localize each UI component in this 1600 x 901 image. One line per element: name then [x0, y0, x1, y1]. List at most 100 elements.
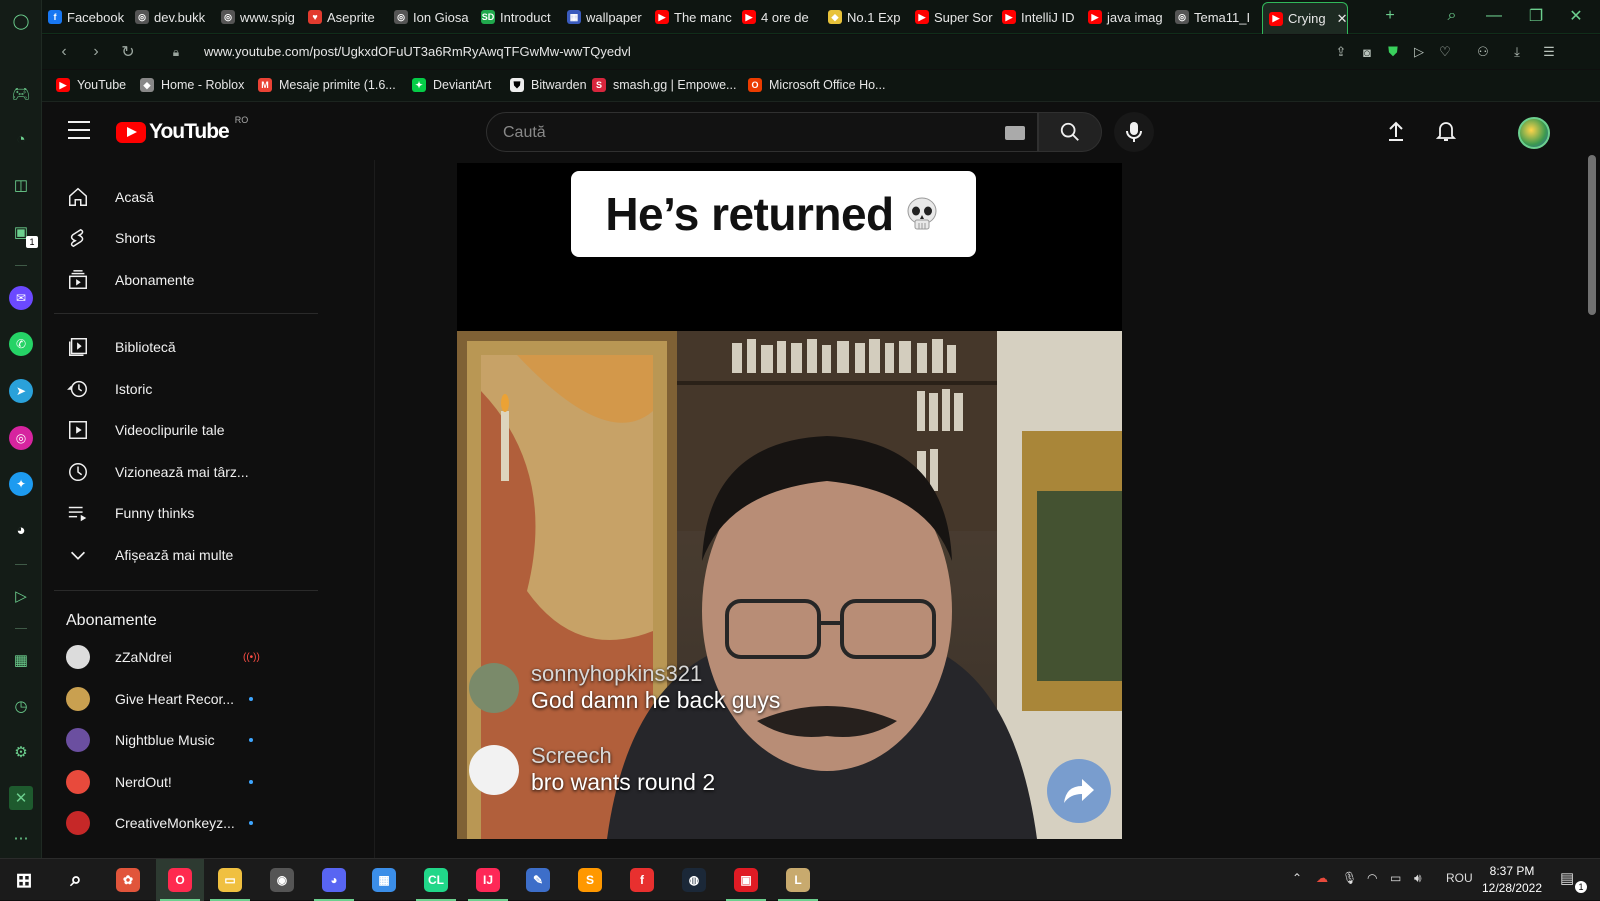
youtube-logo[interactable]: YouTube RO [116, 115, 248, 144]
close-tab-icon[interactable]: ✕ [1337, 11, 1347, 27]
bookmark-heart-icon[interactable]: ♡ [1436, 43, 1454, 61]
search-input[interactable] [503, 122, 983, 144]
bookmark-item[interactable]: M Mesaje primite (1.6... [258, 78, 396, 92]
tab-10[interactable]: ◆ No.1 Exp [828, 5, 908, 29]
subscription-item[interactable]: Give Heart Recor... [54, 679, 270, 719]
notification-center-icon[interactable]: ▤ [1560, 869, 1574, 887]
taskbar-windows-start[interactable]: ⊞ [0, 859, 48, 901]
forward-button[interactable]: › [86, 42, 106, 62]
tab-search-icon[interactable]: ⌕ [1442, 6, 1462, 26]
sidebar-item[interactable]: Afișează mai multe [54, 535, 270, 575]
post-image[interactable]: He’s returned sonnyhopkins321 God damn h… [457, 163, 1122, 839]
tab-13[interactable]: ▶ java imag [1088, 5, 1168, 29]
taskbar-app-creative[interactable]: ✿ [104, 859, 152, 901]
taskbar-opera-gx[interactable]: O [156, 859, 204, 901]
downloads-icon[interactable]: ⤓ [1508, 43, 1526, 61]
search-button[interactable] [1038, 112, 1102, 152]
sidebar-item[interactable]: Videoclipurile tale [54, 410, 270, 450]
player-icon[interactable]: ▷ [9, 584, 33, 608]
messenger-icon[interactable]: ✉ [9, 286, 33, 310]
gx-store-icon[interactable]: ◫ [9, 173, 33, 197]
opera-gx-logo-icon[interactable]: ◯ [9, 9, 33, 33]
language-indicator[interactable]: ROU [1446, 871, 1473, 885]
lock-icon[interactable]: 🔒︎ [166, 42, 186, 62]
instagram-icon[interactable]: ◎ [9, 426, 33, 450]
extension-icon[interactable]: ✕ [9, 786, 33, 810]
sidebar-item[interactable]: Shorts [54, 218, 270, 258]
network-error-icon[interactable]: ☁ [1316, 871, 1328, 885]
volume-icon[interactable]: 🔊︎ [1414, 871, 1422, 886]
tab-9[interactable]: ▶ 4 ore de [742, 5, 822, 29]
keyboard-icon[interactable] [1005, 126, 1025, 140]
taskbar-discord[interactable]: ◕ [310, 859, 358, 901]
battery-icon[interactable]: ▭ [1390, 871, 1401, 885]
taskbar-steam[interactable]: ◍ [670, 859, 718, 901]
sidebar-item[interactable]: Funny thinks [54, 493, 270, 533]
tab-1[interactable]: f Facebook [48, 5, 128, 29]
sidebar-item[interactable]: Acasă [54, 177, 270, 217]
taskbar-file-explorer[interactable]: ▭ [206, 859, 254, 901]
url-field[interactable]: www.youtube.com/post/UgkxdOFuUT3a6RmRyAw… [204, 44, 631, 59]
subscription-item[interactable]: NerdOut! [54, 762, 270, 802]
discord-icon[interactable]: ◕ [9, 518, 33, 542]
sidebar-item[interactable]: Istoric [54, 369, 270, 409]
subscription-item[interactable]: zZaNdrei ((•)) [54, 637, 270, 677]
workspaces-icon[interactable]: ▦ [9, 648, 33, 672]
bookmark-item[interactable]: Ssmash.gg | Empowe... [592, 78, 736, 92]
taskbar-paint[interactable]: ✎ [514, 859, 562, 901]
tab-15[interactable]: ▶ Crying ✕ [1262, 2, 1348, 34]
settings-gear-icon[interactable]: ⚙ [9, 740, 33, 764]
microphone-tray-icon[interactable]: 🎙︎ [1342, 871, 1357, 885]
sidebar-item[interactable]: Bibliotecă [54, 327, 270, 367]
profile-icon[interactable]: ⚇ [1474, 43, 1492, 61]
subscription-item[interactable]: Nightblue Music [54, 720, 270, 760]
taskbar-flash[interactable]: f [618, 859, 666, 901]
show-hidden-icons-icon[interactable]: ⌃ [1292, 871, 1302, 885]
send-icon[interactable]: ▷ [1410, 43, 1428, 61]
sidebar-item[interactable]: Vizionează mai târz... [54, 452, 270, 492]
minimize-window-icon[interactable]: — [1484, 6, 1504, 26]
taskbar-app-red[interactable]: ▣ [722, 859, 770, 901]
tab-6[interactable]: SD Introduct [481, 5, 561, 29]
upload-icon[interactable] [1384, 119, 1408, 143]
gx-control-icon[interactable]: ◔ [9, 127, 33, 151]
easy-setup-icon[interactable]: ☰ [1540, 43, 1558, 61]
more-options-icon[interactable]: ⋯ [9, 826, 33, 850]
tab-14[interactable]: ◎ Tema11_I [1175, 5, 1255, 29]
twitter-icon[interactable]: ✦ [9, 472, 33, 496]
taskbar-obs[interactable]: ◉ [258, 859, 306, 901]
tab-2[interactable]: ◎ dev.bukk [135, 5, 215, 29]
bookmark-item[interactable]: ✦ DeviantArt [412, 78, 491, 92]
reload-button[interactable]: ↻ [118, 42, 138, 62]
account-avatar[interactable] [1518, 117, 1550, 149]
bookmark-item[interactable]: ◆ Home - Roblox [140, 78, 244, 92]
tab-4[interactable]: ♥ Aseprite [308, 5, 388, 29]
tab-12[interactable]: ▶ IntelliJ ID [1002, 5, 1082, 29]
voice-search-button[interactable] [1114, 112, 1154, 152]
bookmark-item[interactable]: ▶ YouTube [56, 78, 126, 92]
taskbar-sublime[interactable]: S [566, 859, 614, 901]
tab-5[interactable]: ◎ Ion Giosa [394, 5, 474, 29]
tab-11[interactable]: ▶ Super Sor [915, 5, 995, 29]
bookmark-item[interactable]: O Microsoft Office Ho... [748, 78, 885, 92]
history-sidebar-icon[interactable]: ◷ [9, 694, 33, 718]
sidebar-item[interactable]: Abonamente [54, 260, 270, 300]
bookmark-item[interactable]: ⛊ Bitwarden [510, 78, 587, 92]
gx-corner-icon[interactable]: 🎮︎ [9, 82, 33, 106]
snapshot-icon[interactable]: ◙ [1358, 43, 1376, 61]
taskbar-intellij[interactable]: IJ [464, 859, 512, 901]
share-icon[interactable]: ⇪ [1332, 43, 1350, 61]
tab-8[interactable]: ▶ The manc [655, 5, 735, 29]
taskbar-clion[interactable]: CL [412, 859, 460, 901]
whatsapp-icon[interactable]: ✆ [9, 332, 33, 356]
menu-hamburger-icon[interactable] [68, 121, 90, 139]
notifications-bell-icon[interactable] [1434, 119, 1458, 143]
new-tab-button[interactable]: + [1380, 6, 1400, 26]
taskbar-league[interactable]: L [774, 859, 822, 901]
subscription-item[interactable]: CreativeMonkeyz... [54, 803, 270, 843]
clock[interactable]: 8:37 PM 12/28/2022 [1476, 863, 1548, 897]
page-scrollbar[interactable] [1588, 155, 1596, 315]
tab-7[interactable]: ▦ wallpaper [567, 5, 647, 29]
taskbar-search[interactable]: ⌕ [52, 859, 100, 901]
adblock-shield-icon[interactable]: ⛊ [1384, 43, 1402, 61]
